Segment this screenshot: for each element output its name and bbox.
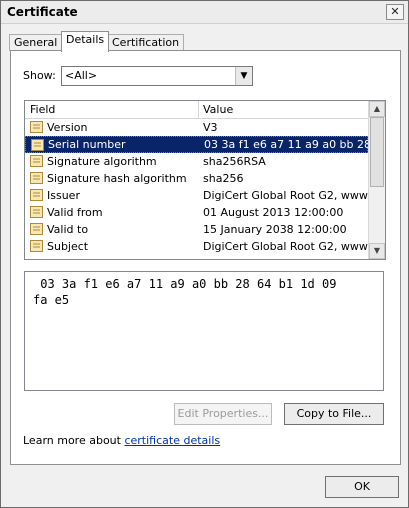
tab-certification-path[interactable]: Certification Path — [107, 34, 185, 65]
list-item[interactable]: Issuer DigiCert Global Root G2, www.... — [25, 187, 368, 204]
certificate-field-icon — [30, 155, 43, 167]
list-scrollbar[interactable]: ▲ ▼ — [368, 101, 385, 259]
list-item-value: 15 January 2038 12:00:00 — [203, 223, 347, 236]
close-button[interactable]: ✕ — [386, 4, 404, 20]
list-item[interactable]: Valid from 01 August 2013 12:00:00 — [25, 204, 368, 221]
scroll-thumb[interactable] — [370, 117, 384, 187]
tab-details[interactable]: Details — [61, 31, 110, 52]
list-item[interactable]: Signature hash algorithm sha256 — [25, 170, 368, 187]
list-item-value: DigiCert Global Root G2, www.... — [203, 240, 368, 253]
certificate-field-icon — [30, 189, 43, 201]
certificate-field-icon — [30, 240, 43, 252]
list-item[interactable]: Signature algorithm sha256RSA — [25, 153, 368, 170]
certificate-field-icon — [30, 121, 43, 133]
value-detail-box[interactable]: 03 3a f1 e6 a7 11 a9 a0 bb 28 64 b1 1d 0… — [24, 271, 384, 391]
show-dropdown[interactable]: <All> ▼ — [61, 66, 253, 86]
certificate-field-icon — [31, 139, 44, 151]
list-item-selected[interactable]: Serial number 03 3a f1 e6 a7 11 a9 a0 bb… — [25, 136, 369, 153]
tab-general[interactable]: General — [9, 34, 63, 51]
list-item-value: DigiCert Global Root G2, www.... — [203, 189, 368, 202]
list-item-field: Valid from — [47, 206, 103, 219]
list-rows: Version V3 Serial number 03 3a f1 e6 a7 … — [25, 119, 369, 255]
show-label: Show: — [23, 69, 56, 82]
list-item-field: Valid to — [47, 223, 89, 236]
certificate-field-icon — [30, 206, 43, 218]
list-item-value: sha256RSA — [203, 155, 266, 168]
ok-button[interactable]: OK — [325, 476, 399, 498]
list-item-value: V3 — [203, 121, 218, 134]
list-item-value: 01 August 2013 12:00:00 — [203, 206, 344, 219]
certificate-dialog: Certificate ✕ General Details Certificat… — [0, 0, 409, 508]
certificate-field-icon — [30, 172, 43, 184]
title-bar: Certificate ✕ — [1, 1, 408, 24]
list-item-field: Version — [47, 121, 88, 134]
learn-more-text: Learn more about certificate details — [23, 434, 220, 447]
certificate-field-icon — [30, 223, 43, 235]
chevron-down-icon[interactable]: ▼ — [235, 67, 252, 85]
column-header-field[interactable]: Field — [25, 101, 199, 118]
edit-properties-button[interactable]: Edit Properties... — [174, 403, 272, 425]
list-item-field: Subject — [47, 240, 89, 253]
list-item-field: Serial number — [48, 138, 126, 151]
details-panel: Show: <All> ▼ Field Value Version V3 Ser… — [10, 50, 401, 465]
list-header: Field Value — [25, 101, 368, 119]
list-item[interactable]: Subject DigiCert Global Root G2, www.... — [25, 238, 368, 255]
scroll-up-icon[interactable]: ▲ — [369, 101, 385, 117]
list-item-field: Signature algorithm — [47, 155, 157, 168]
list-item-value: 03 3a f1 e6 a7 11 a9 a0 bb 28... — [204, 138, 369, 151]
window-title: Certificate — [7, 5, 78, 19]
list-item-field: Issuer — [47, 189, 80, 202]
scroll-down-icon[interactable]: ▼ — [369, 243, 385, 259]
list-item-value: sha256 — [203, 172, 244, 185]
copy-to-file-button[interactable]: Copy to File... — [284, 403, 384, 425]
list-item[interactable]: Version V3 — [25, 119, 368, 136]
learn-more-prefix: Learn more about — [23, 434, 125, 447]
field-list[interactable]: Field Value Version V3 Serial number 03 … — [24, 100, 386, 260]
column-header-value[interactable]: Value — [199, 101, 233, 118]
show-dropdown-value: <All> — [65, 69, 98, 82]
list-item[interactable]: Valid to 15 January 2038 12:00:00 — [25, 221, 368, 238]
list-item-field: Signature hash algorithm — [47, 172, 187, 185]
certificate-details-link[interactable]: certificate details — [124, 434, 220, 447]
